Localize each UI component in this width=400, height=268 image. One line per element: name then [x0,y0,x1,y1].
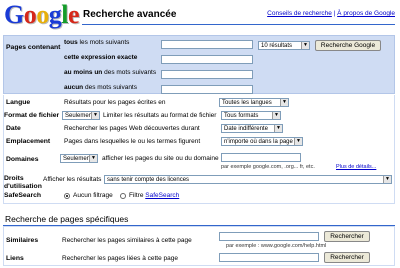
location-select[interactable]: n'importe où dans la page ▼ [221,137,303,146]
links-search-button[interactable]: Rechercher [324,252,370,263]
google-logo: Google [4,0,80,29]
domaines-label: Domaines [6,156,39,163]
chevron-down-icon: ▼ [294,138,302,145]
top-links: Conseils de recherche | À propos de Goog… [267,10,395,17]
safesearch-filter-radio[interactable] [120,193,126,199]
specific-section-title: Recherche de pages spécifiques [5,214,129,224]
page-title: Recherche avancée [83,9,177,20]
chevron-down-icon: ▼ [272,112,280,119]
langue-label: Langue [6,99,31,106]
emplacement-text: Pages dans lesquelles le ou les termes f… [64,138,201,145]
logo-letter: e [67,0,80,29]
chevron-down-icon: ▼ [91,112,99,119]
file-format-select[interactable]: Tous formats ▼ [221,111,281,120]
format-label: Format de fichier [4,112,60,119]
results-count-select[interactable]: 10 résultats ▼ [258,41,310,50]
safesearch-link[interactable]: SafeSearch [145,192,179,199]
no-filter-label: Aucun filtrage [73,192,113,199]
language-select[interactable]: Toutes les langues ▼ [219,98,289,107]
logo-letter: o [23,0,37,29]
chevron-down-icon: ▼ [383,176,391,183]
links-url-input[interactable] [219,253,319,262]
pages-contenant-label: Pages contenant [6,44,61,51]
similar-url-input[interactable] [219,232,319,241]
similaires-text: Rechercher les pages similaires à cette … [62,237,192,244]
logo-letter: g [48,0,62,29]
domain-hint: par exemple google.com, .org... fr, etc. [221,164,315,170]
any-words-input[interactable] [161,70,253,79]
similar-search-button[interactable]: Rechercher [324,231,370,242]
exact-phrase-input[interactable] [161,55,253,64]
similaires-label: Similaires [6,237,39,244]
chevron-down-icon: ▼ [280,99,288,106]
header-divider [82,24,395,25]
domain-mode-select[interactable]: Seulement ▼ [60,154,98,163]
chevron-down-icon: ▼ [274,125,282,132]
date-select[interactable]: Date indifférente ▼ [221,124,283,133]
liens-text: Rechercher les pages liées à cette page [62,255,178,262]
langue-text: Résultats pour les pages écrites en [64,99,166,106]
none-words-label: aucun des mots suivants [64,84,137,91]
exact-phrase-label: cette expression exacte [64,54,138,61]
similar-hint: par exemple : www.google.com/help.html [226,243,327,249]
liens-label: Liens [6,255,24,262]
droits-label: Droits d'utilisation [4,175,42,190]
license-select[interactable]: sans tenir compte des licences ▼ [104,175,392,184]
date-label: Date [6,125,21,132]
safesearch-label: SafeSearch [4,192,42,199]
logo-letter: G [4,0,24,29]
none-words-input[interactable] [161,85,253,94]
format-text: Limiter les résultats au format de fichi… [103,112,217,119]
all-words-input[interactable] [161,40,253,49]
no-filter-radio[interactable] [64,193,70,199]
all-words-label: tous les mots suivants [64,39,130,46]
any-words-label: au moins un des mots suivants [64,69,157,76]
emplacement-label: Emplacement [6,138,51,145]
tips-link[interactable]: Conseils de recherche [267,10,332,17]
logo-letter: o [36,0,49,29]
droits-text: Afficher les résultats [43,176,102,183]
format-mode-select[interactable]: Seulement ▼ [62,111,100,120]
filter-label: Filtre SafeSearch [129,192,180,199]
about-link[interactable]: À propos de Google [337,10,395,17]
google-search-button[interactable]: Recherche Google [315,40,381,51]
date-text: Rechercher les pages Web découvertes dur… [64,125,200,132]
chevron-down-icon: ▼ [301,42,309,49]
domain-input[interactable] [221,153,301,162]
domaines-text: afficher les pages du site ou du domaine [102,155,219,162]
more-details-link[interactable]: Plus de détails... [336,164,376,170]
logo-letter: l [61,0,68,29]
chevron-down-icon: ▼ [89,155,97,162]
